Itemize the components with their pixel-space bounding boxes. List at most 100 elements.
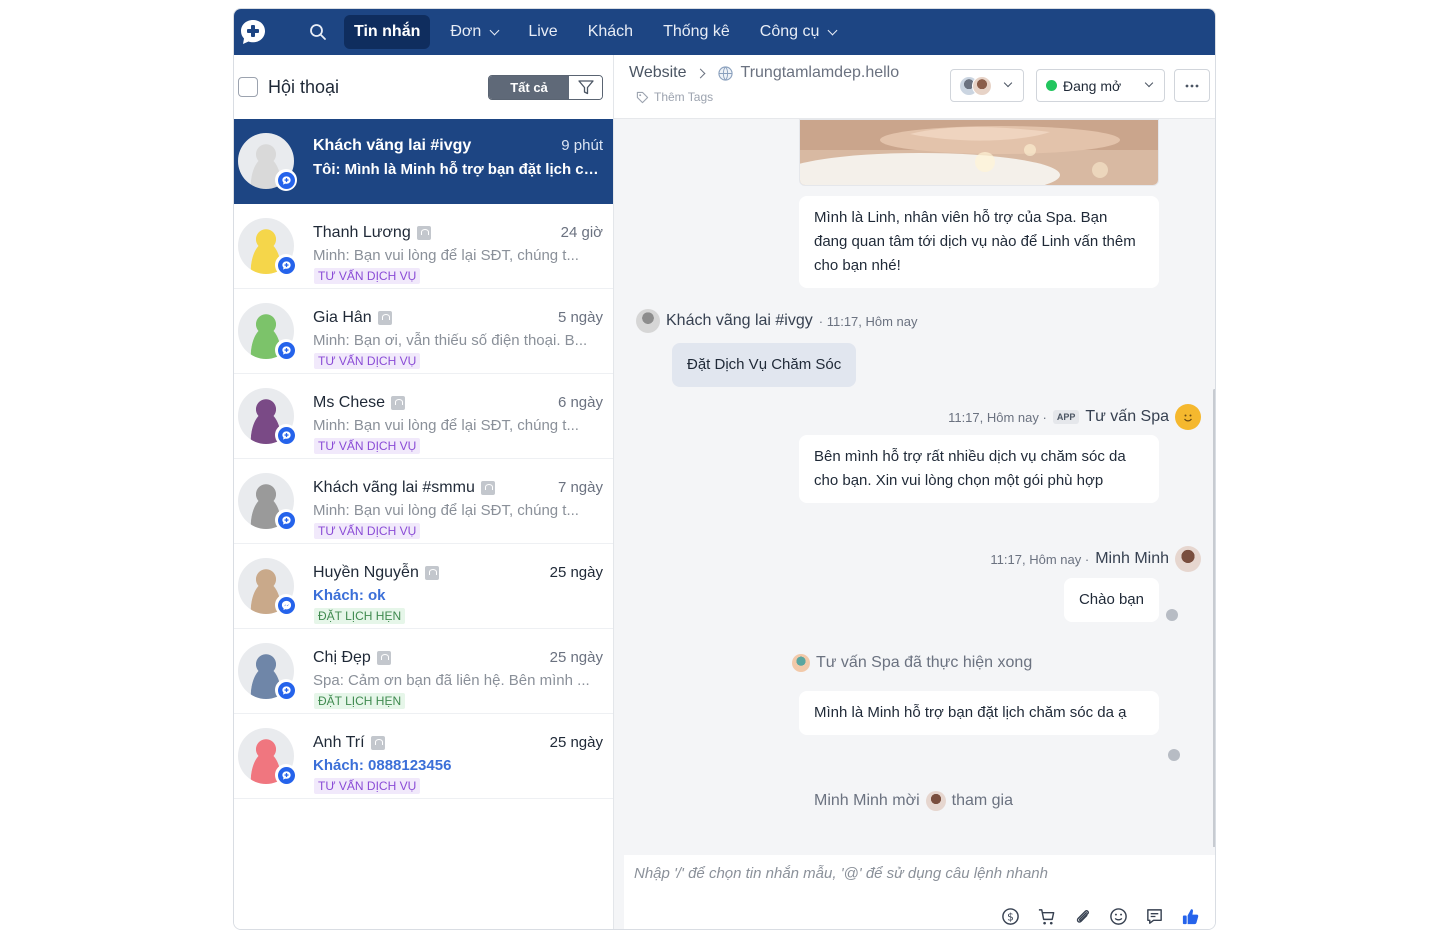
conversation-name: Ms Chese bbox=[313, 394, 406, 412]
conversation-preview: Minh: Bạn ơi, vẫn thiếu số điện thoại. B… bbox=[313, 332, 588, 349]
conversation-time: 25 ngày bbox=[549, 734, 603, 751]
conversation-preview: Spa: Cảm ơn bạn đã liên hệ. Bên mình ... bbox=[313, 672, 590, 689]
conversation-name: Khách vãng lai #ivgy bbox=[313, 137, 472, 154]
app-badge: APP bbox=[1052, 410, 1080, 424]
dollar-icon[interactable]: $ bbox=[999, 905, 1021, 927]
panel-title: Hội thoại bbox=[268, 76, 340, 97]
bot-intro-message[interactable]: Mình là Linh, nhân viên hỗ trợ của Spa. … bbox=[799, 196, 1159, 288]
add-tags-button[interactable]: Thêm Tags bbox=[636, 90, 713, 104]
contact-card-icon bbox=[416, 226, 431, 240]
livechat-channel-icon bbox=[275, 339, 297, 361]
bot-message[interactable]: Bên mình hỗ trợ rất nhiều dịch vụ chăm s… bbox=[799, 435, 1159, 503]
conversation-tag: TƯ VẤN DỊCH VỤ bbox=[314, 268, 421, 284]
more-options-button[interactable] bbox=[1174, 69, 1210, 102]
nav-statistics[interactable]: Thống kê bbox=[653, 15, 740, 49]
template-message-icon[interactable] bbox=[1143, 905, 1165, 927]
nav-statistics-label: Thống kê bbox=[663, 23, 730, 40]
search-icon[interactable] bbox=[306, 20, 330, 44]
nav-live-label: Live bbox=[528, 23, 558, 40]
attachment-icon[interactable] bbox=[1071, 905, 1093, 927]
conversation-preview: Minh: Bạn vui lòng để lại SĐT, chúng t..… bbox=[313, 502, 579, 519]
conversation-item[interactable]: Chị Đẹp 25 ngày Spa: Cảm ơn bạn đã liên … bbox=[234, 629, 613, 714]
filter-icon[interactable] bbox=[569, 76, 602, 99]
bot-avatar-icon bbox=[1175, 404, 1201, 430]
chevron-down-icon bbox=[1144, 78, 1154, 88]
conversation-preview: Khách: 0888123456 bbox=[313, 757, 452, 774]
conversation-header: Hội thoại Tất cả bbox=[234, 55, 613, 119]
cart-icon[interactable] bbox=[1035, 905, 1057, 927]
chevron-down-icon bbox=[489, 25, 500, 35]
agent-time: 11:17, Hôm nay · bbox=[990, 551, 1090, 567]
chat-header: Website Trungtamlamdep.hello Thêm Tags Đ… bbox=[614, 55, 1215, 119]
status-selector[interactable]: Đang mở bbox=[1036, 69, 1165, 102]
conversation-preview: Khách: ok bbox=[313, 587, 386, 604]
bot-message-meta: 11:17, Hôm nay · APP Tư vấn Spa bbox=[948, 404, 1201, 430]
conversation-tag: TƯ VẤN DỊCH VỤ bbox=[314, 438, 421, 454]
nav-orders[interactable]: Đơn bbox=[440, 15, 508, 49]
livechat-channel-icon bbox=[275, 254, 297, 276]
composer-toolbar: $ bbox=[999, 905, 1201, 927]
nav-customers-label: Khách bbox=[587, 23, 634, 40]
message-area[interactable]: Mình là Linh, nhân viên hỗ trợ của Spa. … bbox=[614, 119, 1215, 847]
conversation-item[interactable]: Huyền Nguyễn 25 ngày Khách: ok ĐẶT LỊCH … bbox=[234, 544, 613, 629]
conversation-preview: Minh: Bạn vui lòng để lại SĐT, chúng t..… bbox=[313, 247, 579, 264]
customer-time: · 11:17, Hôm nay bbox=[818, 313, 918, 329]
agent-message[interactable]: Chào bạn bbox=[1063, 578, 1159, 622]
conversation-name: Gia Hân bbox=[313, 309, 392, 327]
nav-live[interactable]: Live bbox=[518, 15, 567, 49]
breadcrumb-source[interactable]: Website bbox=[629, 64, 687, 82]
svg-text:$: $ bbox=[1007, 911, 1014, 923]
customer-name: Khách vãng lai #ivgy bbox=[666, 312, 813, 329]
conversation-tag: TƯ VẤN DỊCH VỤ bbox=[314, 353, 421, 369]
conversation-panel: Hội thoại Tất cả Khách vãng lai #ivgy 9 … bbox=[234, 55, 614, 929]
conversation-item[interactable]: Gia Hân 5 ngày Minh: Bạn ơi, vẫn thiếu s… bbox=[234, 289, 613, 374]
more-icon bbox=[1185, 84, 1199, 87]
join-notice: Minh Minh mời tham gia bbox=[814, 791, 1013, 811]
livechat-channel-icon bbox=[275, 679, 297, 701]
contact-card-icon bbox=[376, 651, 391, 665]
conversation-item[interactable]: Khách vãng lai #smmu 7 ngày Minh: Bạn vu… bbox=[234, 459, 613, 544]
contact-card-icon bbox=[480, 481, 495, 495]
conversation-item[interactable]: Ms Chese 6 ngày Minh: Bạn vui lòng để lạ… bbox=[234, 374, 613, 459]
conversation-item[interactable]: Thanh Lương 24 giờ Minh: Bạn vui lòng để… bbox=[234, 204, 613, 289]
logo-icon[interactable] bbox=[238, 17, 268, 47]
nav-customers[interactable]: Khách bbox=[578, 15, 643, 49]
breadcrumb: Website Trungtamlamdep.hello bbox=[629, 64, 899, 82]
conversation-item[interactable]: Khách vãng lai #ivgy 9 phút Tôi: Mình là… bbox=[234, 119, 613, 204]
assignee-selector[interactable] bbox=[950, 69, 1024, 102]
conversation-item[interactable]: Anh Trí 25 ngày Khách: 0888123456 TƯ VẤN… bbox=[234, 714, 613, 799]
select-all-checkbox[interactable] bbox=[238, 77, 258, 97]
conversation-tag: TƯ VẤN DỊCH VỤ bbox=[314, 778, 421, 794]
app-window: Tin nhắn Đơn Live Khách Thống kê Công cụ… bbox=[233, 8, 1216, 930]
contact-card-icon bbox=[377, 311, 392, 325]
message-image[interactable] bbox=[799, 119, 1159, 186]
conversation-tag: ĐẶT LỊCH HẸN bbox=[314, 693, 406, 709]
nav-tools[interactable]: Công cụ bbox=[750, 15, 847, 49]
messenger-channel-icon bbox=[275, 594, 297, 616]
join-prefix: Minh Minh mời bbox=[814, 792, 920, 809]
chat-scrollbar[interactable] bbox=[1213, 389, 1215, 847]
like-icon[interactable] bbox=[1179, 905, 1201, 927]
breadcrumb-page[interactable]: Trungtamlamdep.hello bbox=[741, 64, 900, 82]
conversation-time: 7 ngày bbox=[557, 479, 603, 496]
sent-check-icon bbox=[1168, 749, 1180, 761]
conversation-time: 25 ngày bbox=[549, 649, 603, 666]
chevron-right-icon bbox=[695, 68, 705, 78]
conversation-time: 5 ngày bbox=[557, 309, 603, 326]
agent-message-2[interactable]: Mình là Minh hỗ trợ bạn đặt lịch chăm só… bbox=[799, 691, 1159, 735]
emoji-icon[interactable] bbox=[1107, 905, 1129, 927]
nav-messages[interactable]: Tin nhắn bbox=[344, 15, 431, 49]
nav-orders-label: Đơn bbox=[450, 23, 482, 40]
contact-card-icon bbox=[391, 396, 406, 410]
conversation-preview: Tôi: Mình là Minh hỗ trợ bạn đặt lịch ch… bbox=[313, 161, 603, 178]
conversation-name: Thanh Lương bbox=[313, 224, 431, 242]
livechat-channel-icon bbox=[275, 424, 297, 446]
nav-tools-label: Công cụ bbox=[759, 23, 820, 40]
contact-card-icon bbox=[370, 736, 385, 750]
system-done-text: Tư vấn Spa đã thực hiện xong bbox=[816, 654, 1033, 671]
filter-all-button[interactable]: Tất cả bbox=[489, 76, 569, 99]
conversation-time: 9 phút bbox=[561, 137, 603, 154]
avatar bbox=[636, 309, 660, 333]
message-input[interactable] bbox=[624, 855, 1215, 891]
customer-message[interactable]: Đặt Dịch Vụ Chăm Sóc bbox=[672, 343, 857, 387]
